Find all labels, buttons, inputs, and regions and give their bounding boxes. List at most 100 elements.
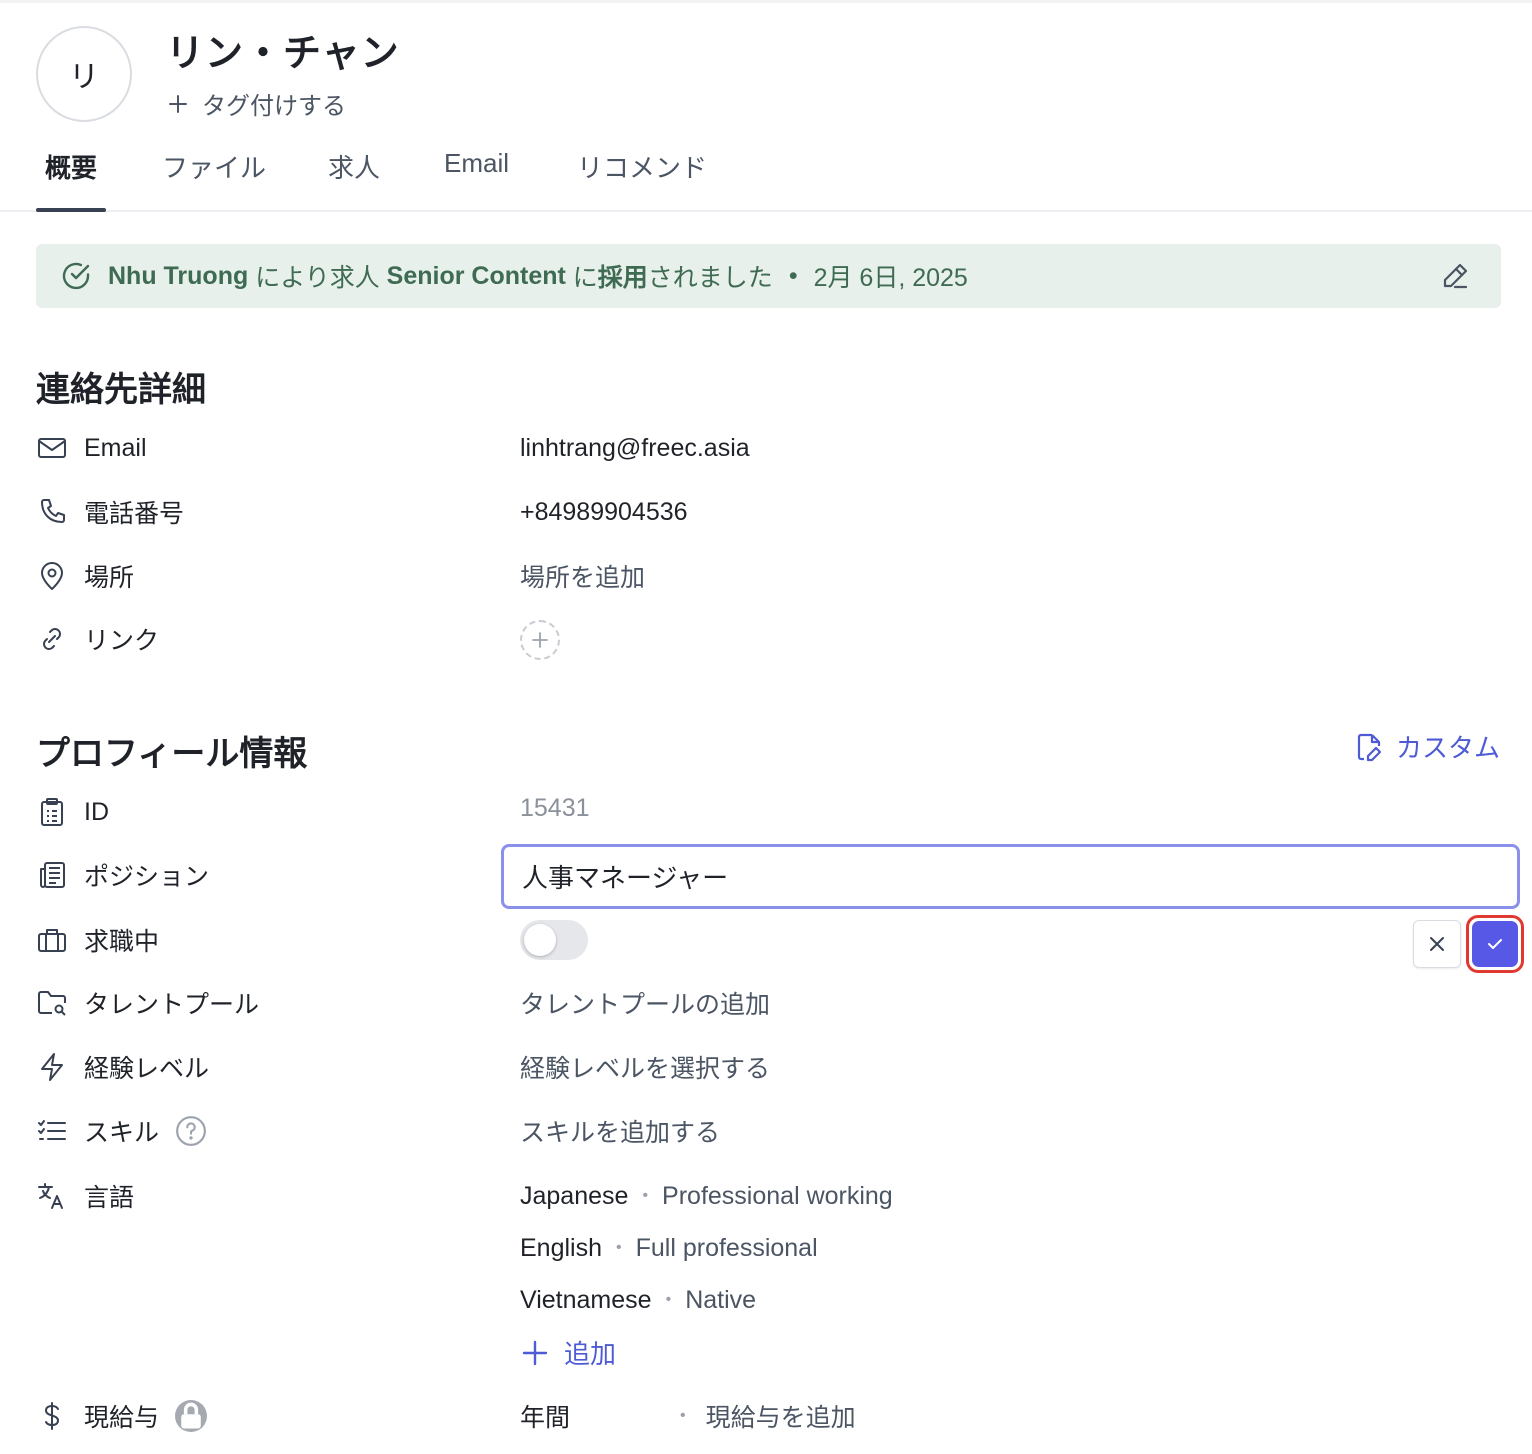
dollar-icon	[44, 1402, 60, 1430]
banner-job: Senior Content	[386, 261, 566, 290]
translate-icon	[38, 1183, 63, 1209]
tab-files[interactable]: ファイル	[162, 148, 266, 210]
newspaper-icon	[40, 862, 65, 888]
plus-icon	[522, 1340, 548, 1365]
separator-dot: •	[642, 1187, 649, 1204]
add-salary-link[interactable]: 現給与を追加	[706, 1398, 856, 1434]
separator-dot: •	[616, 1239, 622, 1256]
help-circle-icon[interactable]	[175, 1115, 207, 1147]
link-label-row: リンク	[36, 621, 159, 657]
add-tag-label: タグ付けする	[202, 93, 346, 120]
add-location-link[interactable]: 場所を追加	[520, 558, 645, 594]
contact-section-title: 連絡先詳細	[36, 371, 206, 409]
check-icon	[1488, 939, 1502, 949]
add-tag-button[interactable]: タグ付けする	[166, 86, 346, 121]
email-value[interactable]: linhtrang@freec.asia	[520, 430, 750, 466]
id-value: 15431	[520, 794, 590, 822]
location-label: 場所	[84, 564, 135, 592]
add-link-button[interactable]	[520, 620, 560, 660]
hired-status-banner: Nhu Truong により求人 Senior Content に 採用 されま…	[36, 244, 1501, 308]
top-divider	[0, 0, 1532, 3]
phone-label-row: 電話番号	[36, 494, 184, 530]
tab-recommend[interactable]: リコメンド	[577, 148, 707, 210]
salary-label: 現給与	[84, 1404, 160, 1432]
language-label-row: 言語	[36, 1178, 134, 1214]
lock-icon	[175, 1400, 208, 1432]
language-level: Professional working	[662, 1181, 893, 1210]
close-icon	[1430, 937, 1444, 951]
confirm-edit-button[interactable]	[1472, 921, 1518, 967]
job-seeking-label-row: 求職中	[36, 922, 159, 958]
experience-label-row: 経験レベル	[36, 1049, 209, 1085]
document-edit-icon	[1357, 733, 1382, 761]
add-language-label: 追加	[564, 1339, 617, 1369]
language-level: Full professional	[635, 1233, 818, 1262]
banner-bullet: •	[788, 261, 798, 290]
job-seeking-label: 求職中	[84, 928, 160, 956]
banner-status: 採用	[597, 264, 648, 292]
pencil-icon[interactable]	[1439, 260, 1471, 292]
plus-icon	[532, 632, 548, 648]
avatar-initial: リ	[69, 61, 99, 94]
phone-icon	[41, 499, 65, 523]
toggle-knob	[524, 924, 556, 956]
candidate-name: リン・チャン	[166, 33, 400, 75]
id-label: ID	[84, 797, 109, 826]
salary-label-row: 現給与	[36, 1398, 208, 1434]
language-level: Native	[685, 1285, 757, 1314]
add-language-button[interactable]: 追加	[520, 1334, 616, 1371]
talent-pool-label-row: タレントプール	[36, 985, 259, 1021]
separator-dot: •	[680, 1407, 686, 1424]
job-seeking-toggle[interactable]	[520, 920, 588, 960]
folder-search-icon	[38, 991, 66, 1016]
map-pin-icon	[41, 562, 63, 590]
profile-section-title: プロフィール情報	[36, 735, 308, 773]
language-name: English	[520, 1233, 602, 1262]
position-label-row: ポジション	[36, 857, 209, 893]
cancel-edit-button[interactable]	[1413, 920, 1461, 968]
banner-date: 2月 6日, 2025	[813, 264, 968, 292]
banner-text: に	[565, 264, 598, 292]
clipboard-list-icon	[41, 798, 63, 826]
salary-period-select[interactable]: 年間	[520, 1398, 680, 1434]
plus-icon	[169, 94, 187, 113]
briefcase-icon	[38, 929, 66, 952]
mail-icon	[38, 438, 66, 458]
check-circle-icon	[62, 262, 90, 290]
separator-dot: •	[665, 1291, 672, 1308]
position-input[interactable]	[501, 844, 1520, 909]
experience-label: 経験レベル	[84, 1055, 210, 1083]
add-talent-pool-link[interactable]: タレントプールの追加	[520, 985, 770, 1021]
language-item[interactable]: Vietnamese • Native	[520, 1282, 756, 1318]
id-label-row: ID	[36, 794, 109, 830]
position-label: ポジション	[84, 863, 210, 891]
avatar: リ	[36, 26, 132, 122]
language-label: 言語	[84, 1184, 135, 1212]
language-item[interactable]: Japanese • Professional working	[520, 1178, 893, 1214]
select-experience-link[interactable]: 経験レベルを選択する	[520, 1049, 770, 1085]
language-name: Japanese	[520, 1181, 629, 1210]
language-name: Vietnamese	[520, 1285, 652, 1314]
add-skills-link[interactable]: スキルを追加する	[520, 1113, 720, 1149]
tab-overview[interactable]: 概要	[35, 148, 107, 212]
email-label-row: Email	[36, 430, 147, 466]
talent-pool-label: タレントプール	[84, 991, 260, 1019]
lightning-icon	[41, 1053, 63, 1081]
banner-text: されました	[647, 264, 773, 292]
checklist-icon	[38, 1120, 66, 1140]
custom-fields-link[interactable]: カスタム	[1354, 728, 1500, 765]
email-label: Email	[84, 433, 147, 462]
tab-jobs[interactable]: 求人	[328, 148, 380, 210]
tab-email[interactable]: Email	[444, 148, 509, 210]
banner-text: により求人	[248, 264, 387, 292]
link-icon	[43, 628, 61, 650]
banner-actor: Nhu Truong	[108, 261, 249, 290]
phone-value[interactable]: +84989904536	[520, 494, 688, 530]
tab-bar: 概要 ファイル 求人 Email リコメンド	[0, 140, 1532, 212]
custom-label: カスタム	[1395, 733, 1500, 763]
salary-row: 年間 • 現給与を追加	[520, 1398, 856, 1434]
skills-label: スキル	[84, 1119, 160, 1147]
link-label: リンク	[84, 627, 160, 655]
location-label-row: 場所	[36, 558, 134, 594]
language-item[interactable]: English • Full professional	[520, 1230, 818, 1266]
